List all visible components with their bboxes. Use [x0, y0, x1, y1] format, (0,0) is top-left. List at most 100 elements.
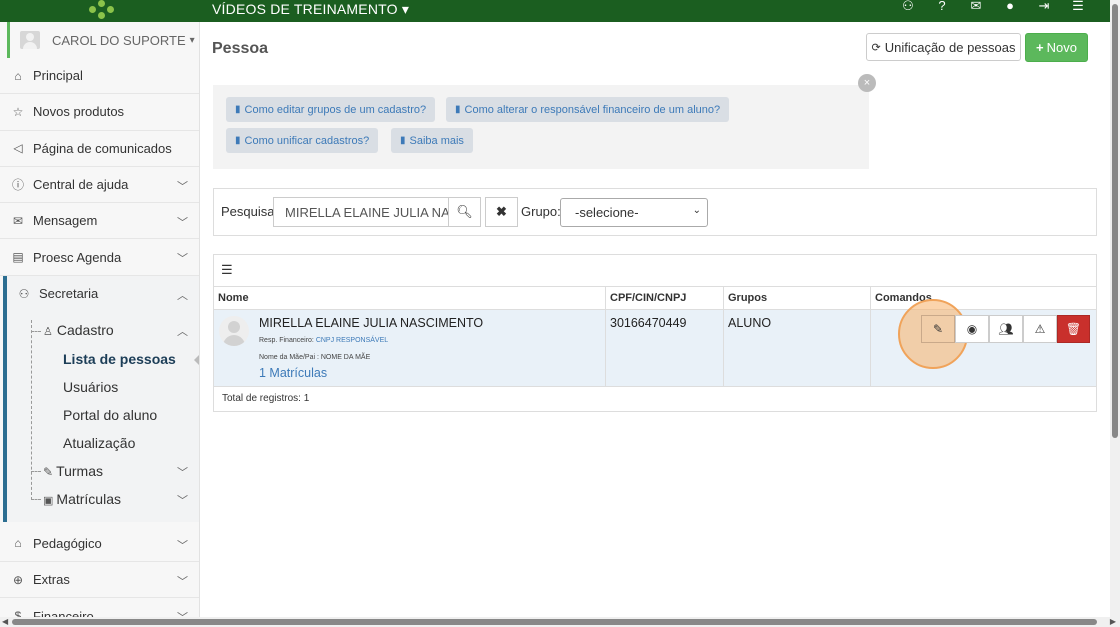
column-header-grupos: Grupos — [728, 292, 768, 304]
help-link-saiba-mais[interactable]: ▮ Saiba mais — [391, 128, 473, 153]
chevron-down-icon: ⌄ — [692, 205, 701, 216]
sidebar-item-cadastro[interactable]: ♙ Cadastro — [43, 322, 114, 338]
sidebar-item-pedagogico[interactable]: ⌂ Pedagógico ﹀ — [0, 526, 199, 563]
user-menu[interactable]: CAROL DO SUPORTE ▾ — [7, 22, 199, 58]
home-icon: ⌂ — [14, 68, 22, 83]
chevron-down-icon: ﹀ — [177, 253, 188, 266]
warning-icon: ⚠ — [1034, 322, 1046, 336]
edit-button[interactable]: ✎ — [921, 315, 955, 343]
scrollbar-thumb[interactable] — [12, 619, 1097, 625]
logo-icon[interactable] — [84, 0, 120, 19]
star-icon: ☆ — [12, 104, 24, 119]
resp-financeiro-link[interactable]: CNPJ RESPONSÁVEL — [316, 337, 388, 344]
column-header-nome: Nome — [218, 292, 249, 304]
graduation-cap-icon: ⌂ — [14, 536, 22, 551]
envelope-icon: ✉ — [12, 213, 24, 228]
tree-branch — [31, 330, 41, 332]
chevron-down-icon: ﹀ — [177, 466, 188, 479]
user-icon: ♙ — [43, 325, 53, 338]
search-label: Pesquisa — [221, 204, 275, 219]
sidebar-item-usuarios[interactable]: Usuários — [63, 379, 118, 395]
sidebar-item-label: Mensagem — [33, 213, 98, 229]
active-indicator — [194, 353, 199, 366]
scroll-left-icon[interactable]: ◀ — [2, 617, 8, 626]
help-link-unificar[interactable]: ▮ Como unificar cadastros? — [226, 128, 379, 153]
book-icon: ▮ — [400, 135, 406, 146]
user-icon[interactable]: ● — [1002, 0, 1018, 14]
sidebar-item-label: Turmas — [56, 462, 103, 479]
column-divider — [605, 286, 606, 387]
book-icon: ▮ — [235, 104, 241, 115]
chevron-down-icon: ﹀ — [177, 576, 188, 589]
sidebar-item-matriculas[interactable]: ▣ Matrículas — [43, 491, 121, 507]
hamburger-icon[interactable]: ☰ — [1070, 0, 1086, 14]
sidebar-item-mensagem[interactable]: ✉ Mensagem ﹀ — [0, 203, 199, 240]
sidebar: CAROL DO SUPORTE ▾ ⌂ Principal ☆ Novos p… — [0, 22, 200, 617]
clear-search-button[interactable]: ✖ — [485, 197, 518, 227]
calendar-icon: ▤ — [12, 250, 24, 265]
avatar — [20, 31, 40, 49]
sidebar-item-principal[interactable]: ⌂ Principal — [0, 58, 199, 95]
users-icon: ⚇ — [18, 286, 30, 301]
sidebar-item-atualizacao[interactable]: Atualização — [63, 435, 135, 451]
group-select[interactable]: -selecione- ⌄ — [560, 198, 708, 227]
help-link-label: Saiba mais — [409, 134, 464, 147]
chevron-up-icon: ︿ — [177, 289, 188, 302]
table-header: Nome CPF/CIN/CNPJ Grupos Comandos — [214, 286, 1096, 310]
help-icon[interactable]: ? — [934, 0, 950, 14]
sidebar-item-label: Matrículas — [56, 490, 121, 507]
sidebar-item-label: Financeiro — [33, 608, 94, 617]
top-navbar: VÍDEOS DE TREINAMENTO ▾ ⚇ ? ✉ ● ⇥ ☰ — [0, 0, 1110, 22]
column-divider — [870, 286, 871, 387]
help-link-editar-grupos[interactable]: ▮ Como editar grupos de um cadastro? — [226, 97, 436, 122]
close-icon: ✖ — [496, 204, 507, 219]
book-icon: ▮ — [235, 135, 241, 146]
group-label: Grupo: — [521, 204, 561, 219]
help-link-label: Como editar grupos de um cadastro? — [244, 103, 427, 116]
sidebar-item-portal-aluno[interactable]: Portal do aluno — [63, 407, 157, 423]
delete-button[interactable]: 🗑︎ — [1057, 315, 1090, 343]
sidebar-item-lista-pessoas[interactable]: Lista de pessoas — [63, 351, 176, 367]
scroll-right-icon[interactable]: ▶ — [1110, 617, 1116, 626]
mae-pai: Nome da Mãe/Pai : NOME DA MÃE — [259, 354, 371, 361]
trash-icon: 🗑︎ — [1065, 322, 1082, 336]
horizontal-scrollbar[interactable]: ◀ ▶ — [0, 617, 1120, 627]
warning-button[interactable]: ⚠ — [1023, 315, 1057, 343]
novo-button[interactable]: + Novo — [1025, 33, 1088, 62]
edit-icon: ✎ — [932, 322, 944, 336]
search-button[interactable]: 🔍︎ — [448, 197, 481, 227]
close-icon[interactable]: × — [858, 74, 876, 92]
sidebar-item-financeiro[interactable]: $ Financeiro ﹀ — [0, 598, 199, 617]
unificacao-pessoas-button[interactable]: ⟳ Unificação de pessoas — [866, 33, 1021, 61]
info-icon: ⓘ — [11, 178, 24, 193]
training-videos-menu[interactable]: VÍDEOS DE TREINAMENTO ▾ — [212, 1, 409, 18]
help-link-resp-financeiro[interactable]: ▮ Como alterar o responsável financeiro d… — [446, 97, 730, 122]
view-button[interactable]: ◉ — [955, 315, 989, 343]
logout-icon[interactable]: ⇥ — [1036, 0, 1052, 14]
sidebar-item-label: Secretaria — [39, 286, 99, 302]
mail-icon[interactable]: ✉ — [968, 0, 984, 14]
sidebar-item-comunicados[interactable]: ◁ Página de comunicados — [0, 131, 199, 167]
sidebar-item-central-ajuda[interactable]: ⓘ Central de ajuda ﹀ — [0, 167, 199, 204]
vertical-scrollbar[interactable] — [1110, 0, 1120, 617]
person-name[interactable]: MIRELLA ELAINE JULIA NASCIMENTO — [259, 316, 483, 330]
person-cpf: 30166470449 — [610, 316, 687, 330]
sidebar-item-secretaria[interactable]: ⚇ Secretaria ︿ — [7, 276, 199, 312]
dollar-icon: $ — [14, 609, 22, 617]
plus-circle-icon: ⊕ — [12, 572, 24, 587]
refresh-icon: ⟳ — [871, 41, 881, 54]
chevron-down-icon: ﹀ — [177, 609, 188, 617]
id-card-icon: ▣ — [43, 494, 54, 507]
sidebar-item-agenda[interactable]: ▤ Proesc Agenda ﹀ — [0, 239, 199, 276]
sidebar-item-extras[interactable]: ⊕ Extras ﹀ — [0, 562, 199, 599]
megaphone-icon: ◁ — [13, 141, 23, 156]
sidebar-item-novos-produtos[interactable]: ☆ Novos produtos — [0, 94, 199, 131]
sidebar-item-turmas[interactable]: ✎ Turmas — [43, 463, 103, 479]
help-link-label: Como alterar o responsável financeiro de… — [464, 103, 721, 116]
matriculas-link[interactable]: 1 Matrículas — [259, 366, 327, 380]
handshake-icon[interactable]: ⚇ — [900, 0, 916, 14]
tree-branch — [31, 470, 41, 472]
search-input[interactable]: MIRELLA ELAINE JULIA NAS — [273, 197, 449, 227]
scrollbar-thumb[interactable] — [1112, 4, 1118, 438]
groups-button[interactable]: 👥︎ — [989, 315, 1023, 343]
